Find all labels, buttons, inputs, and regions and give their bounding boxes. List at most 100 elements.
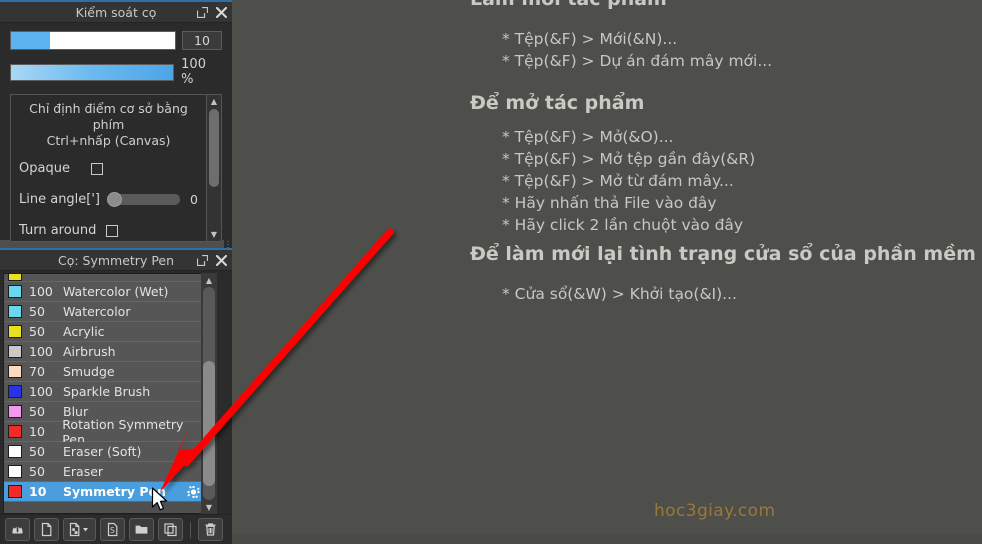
brush-control-panel: Kiểm soát cọ 10 100 % Chỉ định điểm cơ s… (0, 0, 232, 242)
brush-color-swatch (8, 405, 22, 418)
panel-title-text: Kiểm soát cọ (75, 4, 157, 20)
close-icon[interactable] (216, 254, 227, 266)
brush-row[interactable]: 100 Watercolor (Wet) (4, 282, 207, 302)
opaque-checkbox[interactable] (91, 162, 103, 175)
brush-size-value[interactable]: 10 (182, 31, 222, 50)
brush-size-value: 50 (29, 444, 45, 459)
brush-row[interactable]: 10 Symmetry Pen (4, 482, 207, 502)
help-heading: Để làm mới lại tình trạng cửa sổ của phầ… (470, 243, 976, 265)
watermark: hoc3giay.com (654, 501, 776, 521)
hint-line-1: Chỉ định điểm cơ sở bằng phím (29, 101, 188, 132)
line-angle-slider[interactable] (107, 192, 181, 207)
brush-name: Eraser (63, 464, 104, 479)
help-heading: Làm mới tác phẩm (470, 0, 667, 10)
brush-color-swatch (8, 285, 22, 298)
brush-opacity-slider[interactable] (10, 63, 175, 81)
brush-size-slider[interactable] (10, 31, 176, 50)
brush-row[interactable]: 50 Acrylic (4, 322, 207, 342)
brush-name: Acrylic (63, 324, 105, 339)
brush-name: Smudge (63, 364, 115, 379)
new-image-brush-icon[interactable] (63, 518, 96, 541)
line-angle-knob[interactable] (107, 192, 123, 207)
import-brush-icon[interactable] (5, 518, 30, 541)
panel-title-text: Cọ: Symmetry Pen (57, 252, 175, 268)
brush-list-toolbar: S (0, 514, 232, 544)
scroll-up-icon[interactable]: ▲ (201, 273, 217, 287)
brush-list-wrap: 100 Watercolor (Wet) 50 Watercolor 50 Acrylic… (0, 271, 232, 514)
brush-control-titlebar[interactable]: Kiểm soát cọ (0, 2, 232, 23)
brush-options-inner: Chỉ định điểm cơ sở bằng phím Ctrl+nhấp … (11, 95, 206, 241)
brush-size-value: 50 (29, 324, 45, 339)
brush-size-value: 50 (29, 404, 45, 419)
options-scroll-thumb[interactable] (209, 109, 219, 187)
brush-color-swatch (8, 274, 22, 281)
brush-color-swatch (8, 365, 22, 378)
chevron-down-icon (82, 528, 88, 532)
gear-icon[interactable] (187, 485, 200, 498)
brush-color-swatch (8, 385, 22, 398)
brush-list-panel: Cọ: Symmetry Pen 100 Watercolor (Wet) 50 Wa… (0, 248, 232, 544)
help-heading: Để mở tác phẩm (470, 92, 645, 114)
brush-row[interactable]: 70 Smudge (4, 362, 207, 382)
brush-size-value: 50 (29, 304, 45, 319)
brush-size-value: 70 (29, 364, 45, 379)
help-line: * Tệp(&F) > Mở từ đám mây... (502, 172, 734, 190)
brush-list-scrollbar[interactable]: ▲ ▼ (201, 273, 217, 514)
scroll-up-icon[interactable]: ▲ (207, 95, 221, 108)
brush-row[interactable]: 50 Eraser (4, 462, 207, 482)
brush-row[interactable]: 50 Watercolor (4, 302, 207, 322)
brush-row[interactable]: 100 Airbrush (4, 342, 207, 362)
options-scrollbar[interactable]: ▲ ▼ (206, 95, 221, 241)
brush-size-fill (11, 32, 51, 49)
new-brush-icon[interactable] (34, 518, 59, 541)
close-icon[interactable] (216, 6, 227, 18)
brush-list[interactable]: 100 Watercolor (Wet) 50 Watercolor 50 Acrylic… (3, 273, 208, 514)
brush-list-titlebar[interactable]: Cọ: Symmetry Pen (0, 250, 232, 271)
line-angle-value: 0 (190, 192, 198, 207)
brush-row[interactable]: 10 Rotation Symmetry Pen (4, 417, 207, 447)
brush-size-value: 100 (29, 344, 53, 359)
help-section-reset: Để làm mới lại tình trạng cửa sổ của phầ… (470, 243, 976, 265)
duplicate-brush-icon[interactable] (158, 518, 183, 541)
help-line: * Cửa sổ(&W) > Khởi tạo(&I)... (502, 285, 737, 303)
scroll-down-icon[interactable]: ▼ (201, 500, 217, 514)
brush-color-swatch (8, 325, 22, 338)
startup-help-area: Làm mới tác phẩm * Tệp(&F) > Mới(&N)... … (232, 0, 982, 535)
script-brush-icon[interactable]: S (100, 518, 125, 541)
brush-size-value: 100 (29, 384, 53, 399)
application-root: Làm mới tác phẩm * Tệp(&F) > Mới(&N)... … (0, 0, 982, 544)
brush-name: Symmetry Pen (63, 484, 166, 499)
brush-row[interactable]: 100 Sparkle Brush (4, 382, 207, 402)
brush-opacity-value: 100 % (181, 57, 206, 87)
brush-name: Airbrush (63, 344, 116, 359)
brush-row-partial[interactable] (4, 274, 207, 282)
line-angle-row: Line angle['] 0 (19, 192, 198, 207)
brush-size-value: 100 (29, 284, 53, 299)
brush-opacity-fill (11, 64, 174, 80)
help-lines-new: * Tệp(&F) > Mới(&N)... * Tệp(&F) > Dự án… (470, 28, 772, 72)
brush-name: Watercolor (Wet) (63, 284, 169, 299)
scroll-down-icon[interactable]: ▼ (207, 228, 221, 241)
turn-around-row: Turn around (19, 223, 198, 238)
brush-size-value: 10 (29, 484, 47, 499)
brush-color-swatch (8, 345, 22, 358)
folder-icon[interactable] (129, 518, 154, 541)
brush-row[interactable]: 50 Eraser (Soft) (4, 442, 207, 462)
help-line: * Tệp(&F) > Mới(&N)... (502, 30, 678, 48)
turn-around-checkbox[interactable] (106, 224, 119, 237)
brush-color-swatch (8, 465, 22, 478)
float-window-icon[interactable] (197, 254, 208, 266)
brush-name: Watercolor (63, 304, 131, 319)
float-window-icon[interactable] (197, 6, 208, 18)
turn-around-label: Turn around (19, 223, 97, 238)
brush-color-swatch (8, 425, 22, 438)
line-angle-label: Line angle['] (19, 192, 101, 207)
help-section-open: Để mở tác phẩm (470, 92, 644, 114)
help-lines-reset: * Cửa sổ(&W) > Khởi tạo(&I)... (470, 283, 737, 305)
svg-text:S: S (110, 526, 115, 535)
brush-control-body: 10 100 % Chỉ định điểm cơ sở bằng phím C… (0, 23, 232, 242)
brush-list-scroll-thumb[interactable] (203, 361, 215, 486)
delete-brush-icon[interactable] (198, 518, 223, 541)
opaque-label: Opaque (19, 161, 70, 176)
brush-color-swatch (8, 485, 22, 498)
